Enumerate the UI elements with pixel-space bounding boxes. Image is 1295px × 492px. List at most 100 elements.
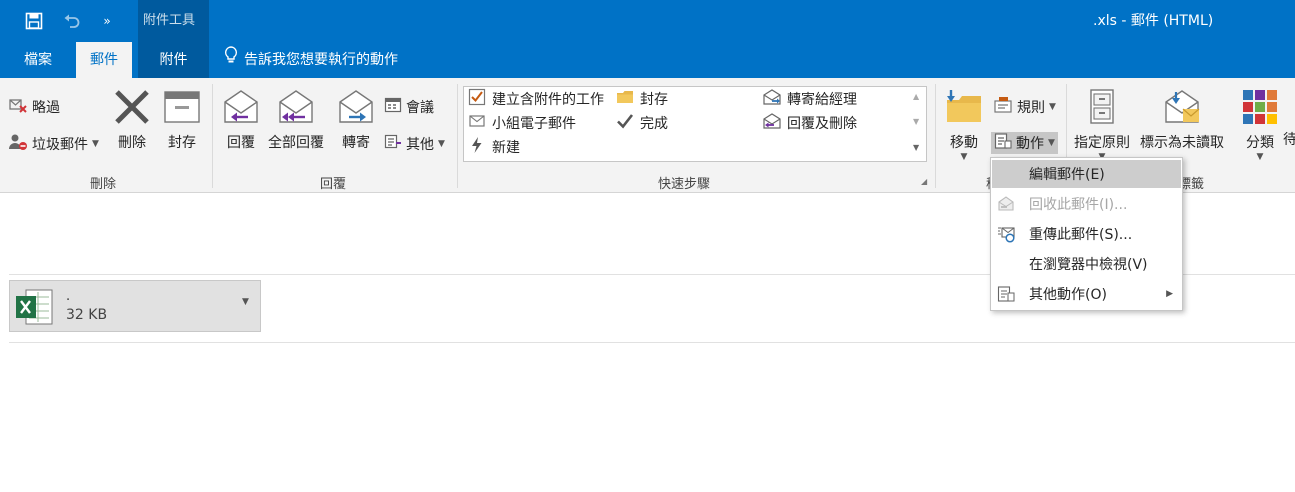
junk-button[interactable]: 垃圾郵件 ▼ [8,133,99,155]
quick-step-new[interactable]: 新建 [468,136,520,158]
delete-group-label: 刪除 [90,177,117,192]
delete-button[interactable]: 刪除 [113,88,151,152]
forward-icon [339,90,373,123]
reply-delete-icon [763,112,781,134]
quick-step-team-email[interactable]: 小組電子郵件 [468,112,576,134]
attachment-size: 32 KB [66,307,108,323]
other-actions-icon [997,285,1015,303]
quick-step-label: 封存 [640,92,668,108]
menu-item-resend-message[interactable]: 重傳此郵件(S)... [992,220,1181,248]
archive-folder-icon [616,88,634,110]
chevron-down-icon[interactable]: ▼ [242,297,249,307]
excel-file-icon [14,288,54,330]
move-label: 移動 [950,135,978,151]
chevron-down-icon: ▼ [92,139,99,149]
chevron-down-icon: ▼ [1049,102,1056,112]
save-icon[interactable] [22,9,46,33]
respond-group-label: 回覆 [320,177,347,192]
menu-item-label: 在瀏覽器中檢視(V) [1029,257,1148,273]
quick-step-label: 建立含附件的工作 [492,92,604,108]
group-separator [457,84,458,188]
ignore-label: 略過 [32,100,60,116]
quick-step-forward-manager[interactable]: 轉寄給經理 [763,88,857,110]
scroll-up-icon[interactable]: ▲ [913,92,919,101]
quick-step-reply-delete[interactable]: 回覆及刪除 [763,112,857,134]
meeting-icon [384,96,402,118]
more-respond-icon [384,133,402,155]
quick-steps-gallery: 建立含附件的工作 封存 轉寄給經理 小組電子郵件 完成 回覆及刪除 新建 [463,86,911,162]
reply-all-button[interactable]: 全部回覆 [268,88,324,152]
archive-icon [164,91,200,123]
forward-button[interactable]: 轉寄 [337,88,375,152]
forward-label: 轉寄 [342,135,370,151]
quick-step-archive[interactable]: 封存 [616,88,668,110]
archive-label: 封存 [168,135,196,151]
menu-item-label: 其他動作(O) [1029,287,1107,303]
archive-button[interactable]: 封存 [163,88,201,152]
menu-item-edit-message[interactable]: 編輯郵件(E) [992,160,1181,188]
team-email-icon [468,112,486,134]
menu-item-recall-message[interactable]: 回收此郵件(I)... [992,190,1181,218]
quick-steps-scrollbar[interactable]: ▲ ▼ ▼ [910,86,927,162]
meeting-label: 會議 [406,100,434,116]
delete-x-icon [115,90,149,124]
categorize-button[interactable]: 分類 ▼ [1241,88,1279,162]
ignore-button[interactable]: 略過 [8,96,60,118]
menu-item-other-actions[interactable]: 其他動作(O) ▶ [992,280,1181,308]
menu-item-view-in-browser[interactable]: 在瀏覽器中檢視(V) [992,250,1181,278]
reply-all-icon [279,90,313,123]
actions-label: 動作 [1016,136,1044,152]
chevron-down-icon: ▼ [1256,152,1264,162]
junk-label: 垃圾郵件 [32,137,88,153]
categorize-label: 分類 [1246,135,1274,151]
attachment-name: . [66,289,71,304]
undo-icon[interactable] [60,9,84,33]
actions-button[interactable]: 動作 ▼ [991,132,1058,154]
actions-icon [994,132,1012,154]
categorize-icon [1243,90,1277,124]
tab-file[interactable]: 檔案 [8,42,68,78]
move-button[interactable]: 移動 ▼ [945,88,983,162]
quick-step-label: 完成 [640,116,668,132]
followup-label: 待 [1283,132,1295,148]
qat-more-icon[interactable]: » [95,9,119,33]
ignore-icon [8,95,28,119]
checkmark-icon [616,112,634,134]
move-folder-icon [947,90,981,122]
reply-all-label: 全部回覆 [268,135,324,151]
rules-icon [993,95,1013,119]
quick-step-done[interactable]: 完成 [616,112,668,134]
reply-button[interactable]: 回覆 [222,88,260,152]
task-check-icon [468,88,486,110]
gallery-expand-icon[interactable]: ▼ [913,143,919,152]
attachment-item[interactable]: . 32 KB ▼ [9,280,261,332]
scroll-down-icon[interactable]: ▼ [913,117,919,126]
chevron-down-icon: ▼ [960,152,968,162]
followup-button-partial[interactable]: 待 [1283,128,1295,150]
window-title: .xls - 郵件 (HTML) [1093,13,1214,29]
more-respond-label: 其他 [406,137,434,153]
more-respond-button[interactable]: 其他 ▼ [384,133,445,155]
assign-policy-button[interactable]: 指定原則 ▼ [1074,88,1130,162]
meeting-button[interactable]: 會議 [384,96,434,118]
menu-item-label: 編輯郵件(E) [1029,167,1105,183]
chevron-right-icon: ▶ [1166,289,1173,299]
tab-attachments[interactable]: 附件 [138,42,209,78]
dialog-launcher-icon[interactable]: ◢ [921,177,927,186]
quick-step-create-task[interactable]: 建立含附件的工作 [468,88,604,110]
forward-manager-icon [763,88,781,110]
junk-icon [8,132,28,156]
rules-button[interactable]: 規則 ▼ [993,96,1056,118]
delete-label: 刪除 [118,135,146,151]
mark-unread-button[interactable]: 標示為未讀取 [1140,88,1224,152]
reply-icon [224,90,258,123]
quick-step-label: 小組電子郵件 [492,116,576,132]
tab-message[interactable]: 郵件 [76,42,132,78]
tab-row: 檔案 郵件 附件 告訴我您想要執行的動作 [0,42,1295,78]
quick-steps-group-label: 快速步驟 [658,177,711,192]
tell-me-box[interactable]: 告訴我您想要執行的動作 [224,42,398,78]
quick-step-label: 新建 [492,140,520,156]
lightning-icon [468,136,486,158]
menu-item-label: 回收此郵件(I)... [1029,197,1128,213]
menu-item-label: 重傳此郵件(S)... [1029,227,1133,243]
